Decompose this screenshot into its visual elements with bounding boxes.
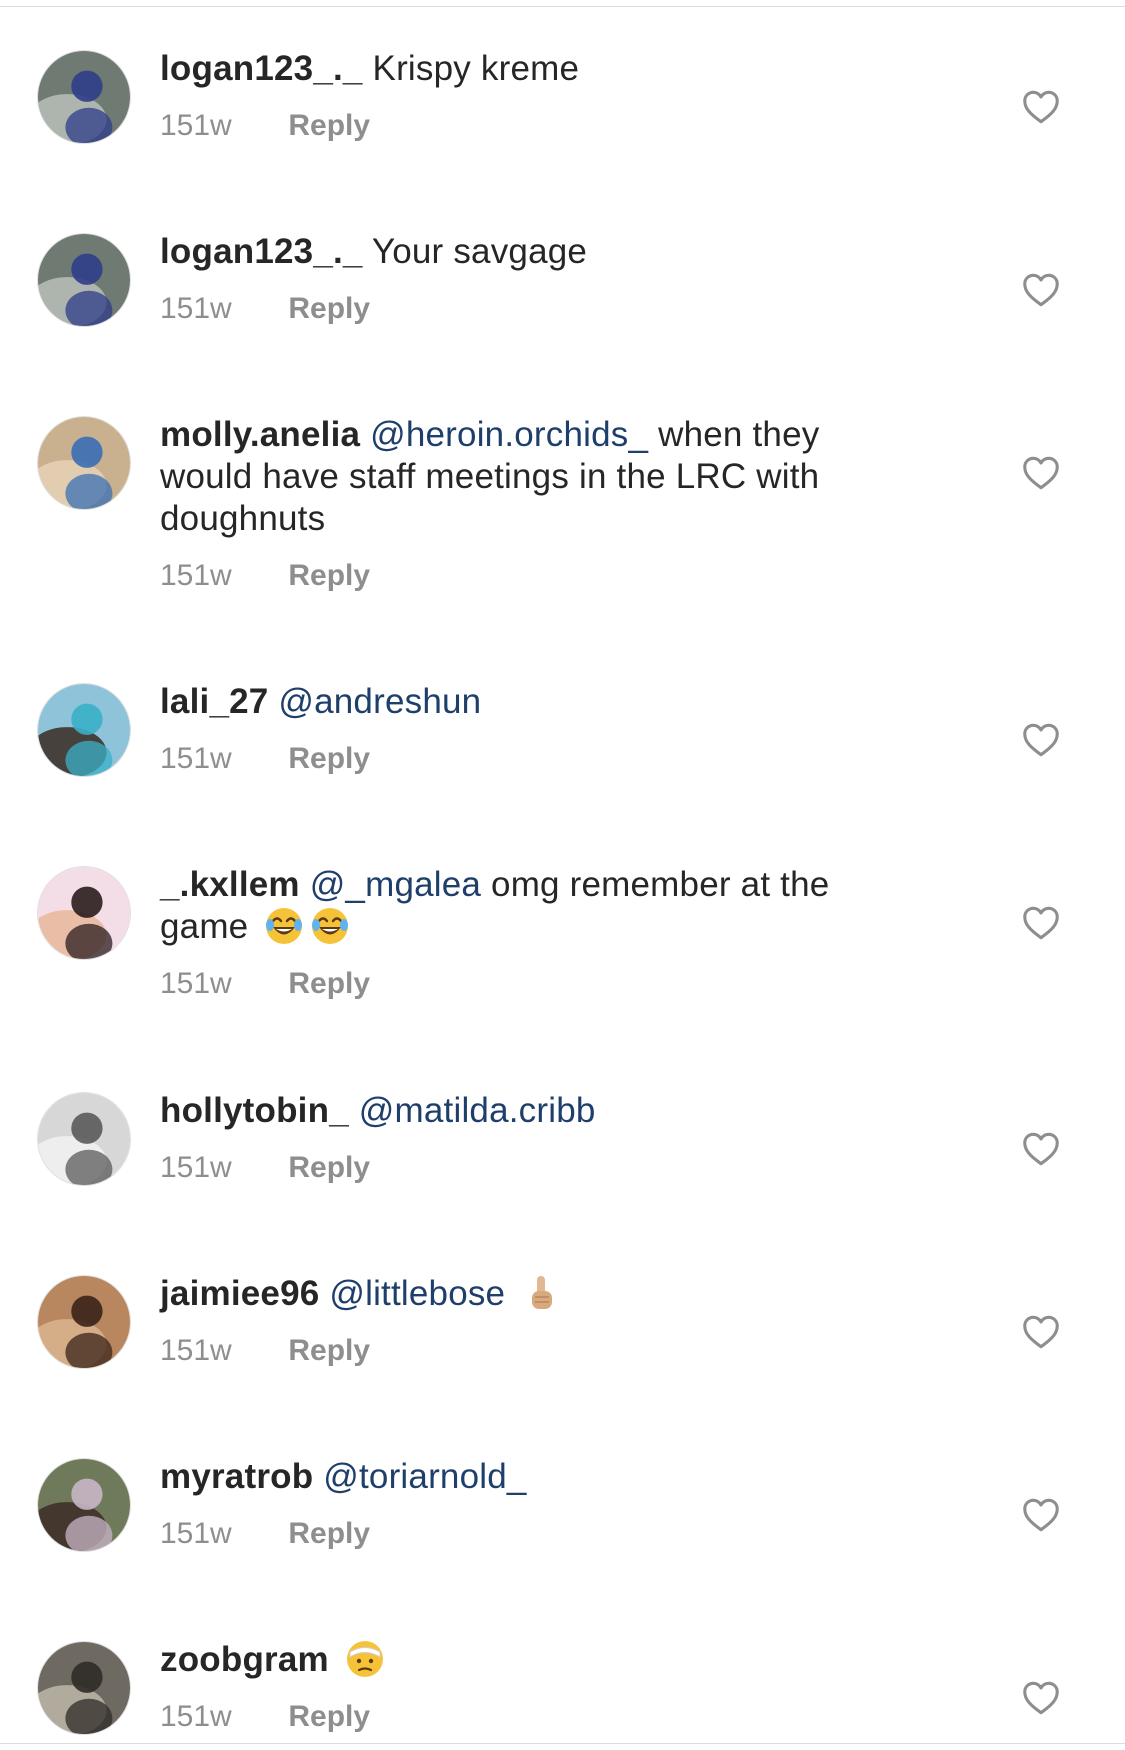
comment-meta: 151w Reply bbox=[160, 1516, 890, 1552]
like-heart-icon[interactable] bbox=[1022, 1498, 1060, 1532]
bandage-face-emoji-icon bbox=[345, 1639, 385, 1679]
reply-button[interactable]: Reply bbox=[288, 967, 370, 1000]
comment-time: 151w bbox=[160, 559, 232, 592]
comment-time: 151w bbox=[160, 1517, 232, 1550]
comment-meta: 151w Reply bbox=[160, 558, 890, 594]
comment-time: 151w bbox=[160, 967, 232, 1000]
reply-button[interactable]: Reply bbox=[288, 109, 370, 142]
avatar[interactable] bbox=[37, 1641, 131, 1735]
comment-text: _.kxllem @_mgalea omg remember at the ga… bbox=[160, 864, 890, 948]
like-heart-icon[interactable] bbox=[1022, 1132, 1060, 1166]
comment-meta: 151w Reply bbox=[160, 966, 890, 1002]
reply-button[interactable]: Reply bbox=[288, 1700, 370, 1733]
comment-time: 151w bbox=[160, 292, 232, 325]
like-heart-icon[interactable] bbox=[1022, 90, 1060, 124]
comment-text: zoobgram bbox=[160, 1639, 890, 1681]
reply-button[interactable]: Reply bbox=[288, 559, 370, 592]
comment-time: 151w bbox=[160, 742, 232, 775]
like-heart-icon[interactable] bbox=[1022, 906, 1060, 940]
comment-username[interactable]: _.kxllem bbox=[160, 865, 300, 904]
comment-text: myratrob @toriarnold_ bbox=[160, 1456, 890, 1498]
avatar[interactable] bbox=[37, 1458, 131, 1552]
comment-username[interactable]: molly.anelia bbox=[160, 415, 360, 454]
comment-text: logan123_._ Your savgage bbox=[160, 231, 890, 273]
comment-mention[interactable]: @littlebose bbox=[329, 1274, 505, 1313]
avatar[interactable] bbox=[37, 416, 131, 510]
comment-username[interactable]: logan123_._ bbox=[160, 232, 363, 271]
like-heart-icon[interactable] bbox=[1022, 273, 1060, 307]
comment-mention[interactable]: @_mgalea bbox=[310, 865, 481, 904]
comment-text: jaimiee96 @littlebose bbox=[160, 1273, 890, 1315]
index-pointing-up-emoji-icon bbox=[521, 1273, 561, 1313]
comment-meta: 151w Reply bbox=[160, 1333, 890, 1369]
comment-meta: 151w Reply bbox=[160, 741, 890, 777]
comment-meta: 151w Reply bbox=[160, 1699, 890, 1735]
comment-text: hollytobin_ @matilda.cribb bbox=[160, 1090, 890, 1132]
comment-username[interactable]: logan123_._ bbox=[160, 49, 363, 88]
avatar[interactable] bbox=[37, 1092, 131, 1186]
comment-username[interactable]: zoobgram bbox=[160, 1640, 329, 1679]
comment-mention[interactable]: @toriarnold_ bbox=[323, 1457, 526, 1496]
comment-meta: 151w Reply bbox=[160, 108, 890, 144]
comment-username[interactable]: hollytobin_ bbox=[160, 1091, 349, 1130]
avatar[interactable] bbox=[37, 866, 131, 960]
comment-text: logan123_._ Krispy kreme bbox=[160, 48, 890, 90]
comment-body: Your savgage bbox=[371, 232, 588, 271]
like-heart-icon[interactable] bbox=[1022, 1681, 1060, 1715]
like-heart-icon[interactable] bbox=[1022, 456, 1060, 490]
avatar[interactable] bbox=[37, 1275, 131, 1369]
comment-mention[interactable]: @heroin.orchids_ bbox=[370, 415, 648, 454]
reply-button[interactable]: Reply bbox=[288, 1334, 370, 1367]
like-heart-icon[interactable] bbox=[1022, 1315, 1060, 1349]
comment-meta: 151w Reply bbox=[160, 1150, 890, 1186]
like-heart-icon[interactable] bbox=[1022, 723, 1060, 757]
comment-mention[interactable]: @matilda.cribb bbox=[359, 1091, 596, 1130]
comment-username[interactable]: myratrob bbox=[160, 1457, 313, 1496]
comment-time: 151w bbox=[160, 1700, 232, 1733]
tears-of-joy-emoji-icon bbox=[310, 906, 350, 946]
reply-button[interactable]: Reply bbox=[288, 292, 370, 325]
top-divider bbox=[0, 0, 1125, 7]
reply-button[interactable]: Reply bbox=[288, 1517, 370, 1550]
comment-mention[interactable]: @andreshun bbox=[278, 682, 481, 721]
reply-button[interactable]: Reply bbox=[288, 742, 370, 775]
comment-text: molly.anelia @heroin.orchids_ when they … bbox=[160, 414, 890, 540]
comment-time: 151w bbox=[160, 1151, 232, 1184]
comment-username[interactable]: lali_27 bbox=[160, 682, 268, 721]
avatar[interactable] bbox=[37, 233, 131, 327]
comment-time: 151w bbox=[160, 1334, 232, 1367]
comment-body: Krispy kreme bbox=[372, 49, 580, 88]
reply-button[interactable]: Reply bbox=[288, 1151, 370, 1184]
comment-meta: 151w Reply bbox=[160, 291, 890, 327]
comment-text: lali_27 @andreshun bbox=[160, 681, 890, 723]
comment-time: 151w bbox=[160, 109, 232, 142]
comment-username[interactable]: jaimiee96 bbox=[160, 1274, 319, 1313]
avatar[interactable] bbox=[37, 50, 131, 144]
avatar[interactable] bbox=[37, 683, 131, 777]
tears-of-joy-emoji-icon bbox=[264, 906, 304, 946]
